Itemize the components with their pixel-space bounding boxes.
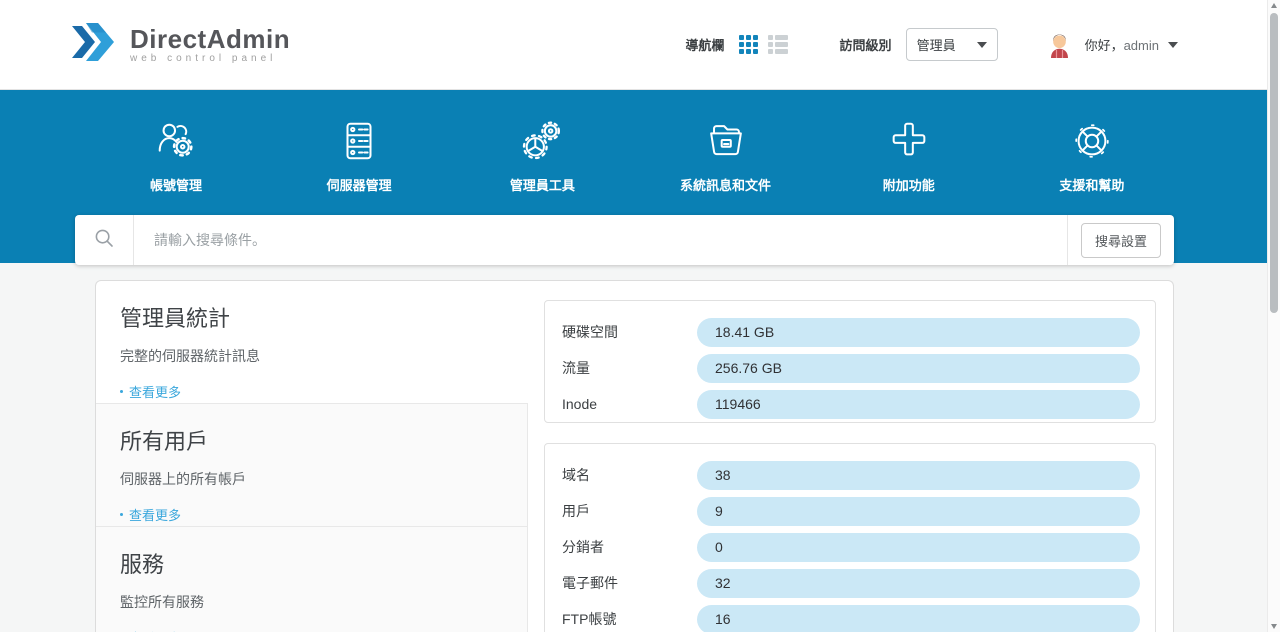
- nav-item-system-info-files[interactable]: 系統訊息和文件: [646, 118, 806, 194]
- user-chevron-down-icon: [1168, 42, 1178, 48]
- section-admin-statistics: 管理員統計 完整的伺服器統計訊息 查看更多: [96, 281, 528, 403]
- nav-item-extra-features[interactable]: 附加功能: [829, 118, 989, 194]
- brand-tagline: web control panel: [130, 54, 290, 64]
- see-more-link[interactable]: 查看更多: [120, 505, 181, 524]
- logo-chevrons-icon: [68, 20, 120, 69]
- stat-pill: 18.41 GB: [697, 318, 1140, 347]
- stat-row-emails: 電子郵件 32: [545, 565, 1155, 601]
- bullet-dot-icon: [120, 513, 123, 516]
- stat-value: 9: [697, 503, 723, 519]
- bullet-dot-icon: [120, 390, 123, 393]
- stat-value: 38: [697, 467, 731, 483]
- top-header: DirectAdmin web control panel 導航欄 訪問級別 管…: [0, 0, 1280, 90]
- access-level-label: 訪問級別: [840, 35, 892, 54]
- nav-item-accounts[interactable]: 帳號管理: [96, 118, 256, 194]
- vertical-scrollbar[interactable]: [1267, 0, 1280, 632]
- search-settings-button[interactable]: 搜尋設置: [1081, 223, 1161, 258]
- folder-file-icon: [703, 118, 749, 164]
- stat-value: 0: [697, 539, 723, 555]
- stat-label: 硬碟空間: [562, 322, 697, 342]
- stat-pill: 0: [697, 533, 1140, 562]
- section-subtitle: 伺服器上的所有帳戶: [120, 469, 503, 489]
- usage-stats-card: 硬碟空間 18.41 GB 流量 256.76 GB Inode 119466: [544, 300, 1156, 423]
- stat-value: 256.76 GB: [697, 360, 782, 376]
- nav-item-label: 帳號管理: [150, 175, 202, 194]
- stat-row-bandwidth: 流量 256.76 GB: [545, 350, 1155, 386]
- stat-pill: 16: [697, 605, 1140, 632]
- section-subtitle: 完整的伺服器統計訊息: [120, 346, 504, 366]
- stat-label: 分銷者: [562, 537, 697, 557]
- plus-icon: [886, 118, 932, 164]
- nav-item-label: 管理員工具: [510, 175, 575, 194]
- username: admin: [1124, 38, 1159, 53]
- stat-row-ftp-accounts: FTP帳號 16: [545, 601, 1155, 632]
- stat-value: 18.41 GB: [697, 324, 774, 340]
- user-menu[interactable]: 你好，admin: [1046, 31, 1178, 58]
- see-more-link[interactable]: 查看更多: [120, 382, 181, 401]
- counts-stats-card: 域名 38 用戶 9 分銷者 0 電子郵件 32 FTP帳號 16: [544, 443, 1156, 632]
- directadmin-dashboard: DirectAdmin web control panel 導航欄 訪問級別 管…: [0, 0, 1280, 632]
- users-gear-icon: [153, 118, 199, 164]
- section-title: 所有用戶: [120, 424, 503, 456]
- search-input[interactable]: [134, 215, 1067, 265]
- search-settings-cell: 搜尋設置: [1067, 215, 1174, 265]
- dashboard-card: 管理員統計 完整的伺服器統計訊息 查看更多 所有用戶 伺服器上的所有帳戶 查看更…: [95, 280, 1174, 632]
- header-controls: 導航欄 訪問級別 管理員: [686, 28, 1178, 61]
- stat-pill: 38: [697, 461, 1140, 490]
- directadmin-logo[interactable]: DirectAdmin web control panel: [68, 20, 290, 69]
- stat-label: Inode: [562, 396, 697, 412]
- stat-pill: 256.76 GB: [697, 354, 1140, 383]
- stat-pill: 9: [697, 497, 1140, 526]
- nav-layout-label: 導航欄: [686, 35, 725, 54]
- access-level-value: 管理員: [917, 35, 956, 54]
- nav-item-label: 附加功能: [883, 175, 935, 194]
- brand-name: DirectAdmin: [130, 26, 290, 52]
- nav-item-label: 系統訊息和文件: [680, 175, 771, 194]
- access-level-dropdown[interactable]: 管理員: [906, 28, 998, 61]
- stat-label: 用戶: [562, 501, 697, 521]
- server-stack-icon: [336, 118, 382, 164]
- list-layout-icon[interactable]: [768, 35, 788, 54]
- stat-pill: 119466: [697, 390, 1140, 419]
- search-bar: 搜尋設置: [75, 215, 1174, 265]
- primary-nav: 帳號管理 伺服器管理: [96, 118, 1172, 194]
- nav-item-support-help[interactable]: 支援和幫助: [1012, 118, 1172, 194]
- stat-row-users: 用戶 9: [545, 493, 1155, 529]
- avatar: [1046, 31, 1073, 58]
- section-services: 服務 監控所有服務 查看更多: [96, 527, 528, 632]
- lifebuoy-icon: [1069, 118, 1115, 164]
- section-all-users: 所有用戶 伺服器上的所有帳戶 查看更多: [96, 403, 528, 527]
- stat-value: 119466: [697, 396, 761, 412]
- stat-value: 16: [697, 611, 731, 627]
- stat-row-inode: Inode 119466: [545, 386, 1155, 422]
- gears-icon: [519, 118, 565, 164]
- nav-item-label: 伺服器管理: [327, 175, 392, 194]
- section-title: 服務: [120, 547, 503, 579]
- nav-item-admin-tools[interactable]: 管理員工具: [462, 118, 622, 194]
- chevron-down-icon: [977, 42, 987, 48]
- nav-item-server-management[interactable]: 伺服器管理: [279, 118, 439, 194]
- scrollbar-thumb[interactable]: [1270, 13, 1278, 313]
- stat-value: 32: [697, 575, 731, 591]
- stat-row-domains: 域名 38: [545, 457, 1155, 493]
- search-button[interactable]: [75, 215, 134, 265]
- section-subtitle: 監控所有服務: [120, 592, 503, 612]
- stat-row-disk-space: 硬碟空間 18.41 GB: [545, 314, 1155, 350]
- scroll-up-arrow-icon[interactable]: [1271, 3, 1277, 8]
- stat-label: 流量: [562, 358, 697, 378]
- section-title: 管理員統計: [120, 301, 504, 333]
- stat-pill: 32: [697, 569, 1140, 598]
- search-icon: [94, 228, 114, 253]
- stat-label: FTP帳號: [562, 609, 697, 629]
- greeting-text: 你好，admin: [1085, 35, 1159, 54]
- stat-label: 電子郵件: [562, 573, 697, 593]
- scroll-down-arrow-icon[interactable]: [1271, 624, 1277, 629]
- stat-row-resellers: 分銷者 0: [545, 529, 1155, 565]
- see-more-link[interactable]: 查看更多: [120, 628, 181, 632]
- grid-layout-icon[interactable]: [739, 35, 758, 54]
- stat-label: 域名: [562, 465, 697, 485]
- nav-item-label: 支援和幫助: [1059, 175, 1124, 194]
